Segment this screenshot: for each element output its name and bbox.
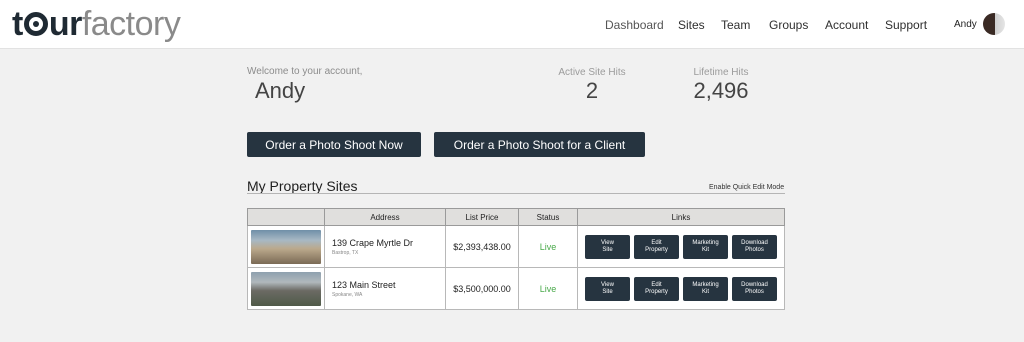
user-name: Andy: [954, 18, 977, 30]
status-badge: Live: [518, 267, 578, 310]
nav-support[interactable]: Support: [885, 18, 927, 32]
welcome-label: Welcome to your account,: [247, 66, 363, 77]
table-header-row: Address List Price Status Links: [247, 208, 785, 226]
marketing-kit-button[interactable]: Marketing Kit: [683, 276, 728, 301]
status-badge: Live: [518, 225, 578, 268]
property-address[interactable]: 123 Main Street: [332, 280, 445, 290]
property-thumbnail[interactable]: [251, 271, 321, 306]
property-address[interactable]: 139 Crape Myrtle Dr: [332, 238, 445, 248]
download-photos-button[interactable]: Download Photos: [732, 276, 777, 301]
column-header-address: Address: [324, 208, 446, 226]
property-price: $3,500,000.00: [445, 267, 519, 310]
lifetime-hits-label: Lifetime Hits: [693, 67, 749, 78]
view-site-button[interactable]: View Site: [585, 234, 630, 259]
active-hits-value: 2: [585, 78, 599, 103]
enable-quick-edit-link[interactable]: Enable Quick Edit Mode: [709, 184, 784, 191]
order-photo-shoot-button[interactable]: Order a Photo Shoot Now: [247, 132, 421, 157]
user-menu[interactable]: Andy: [954, 13, 1005, 35]
property-thumbnail[interactable]: [251, 229, 321, 264]
divider: [247, 193, 785, 194]
nav-sites[interactable]: Sites: [678, 18, 705, 32]
avatar[interactable]: [982, 13, 1005, 35]
tourfactory-logo[interactable]: t ur factory: [12, 4, 181, 44]
edit-property-button[interactable]: Edit Property: [634, 276, 679, 301]
welcome-username: Andy: [255, 78, 306, 103]
nav-account[interactable]: Account: [825, 18, 868, 32]
top-bar: t ur factory Dashboard Sites Team Groups A…: [0, 0, 1024, 49]
table-row: 123 Main Street Spokane, WA $3,500,000.0…: [247, 267, 785, 310]
marketing-kit-button[interactable]: Marketing Kit: [683, 234, 728, 259]
column-header-links: Links: [577, 208, 785, 226]
order-photo-shoot-client-button[interactable]: Order a Photo Shoot for a Client: [434, 132, 645, 157]
nav-groups[interactable]: Groups: [769, 18, 808, 32]
lifetime-hits-value: 2,496: [693, 78, 749, 103]
property-table: Address List Price Status Links 139 Crap…: [247, 208, 785, 310]
section-title: My Property Sites: [247, 178, 358, 194]
table-row: 139 Crape Myrtle Dr Bastrop, TX $2,393,4…: [247, 225, 785, 268]
link-buttons: View Site Edit Property Marketing Kit Do…: [578, 234, 784, 259]
download-photos-button[interactable]: Download Photos: [732, 234, 777, 259]
link-buttons: View Site Edit Property Marketing Kit Do…: [578, 276, 784, 301]
edit-property-button[interactable]: Edit Property: [634, 234, 679, 259]
property-city: Bastrop, TX: [332, 249, 359, 256]
nav-team[interactable]: Team: [721, 18, 750, 32]
view-site-button[interactable]: View Site: [585, 276, 630, 301]
nav-dashboard[interactable]: Dashboard: [605, 18, 664, 32]
column-header-thumbnail: [247, 208, 325, 226]
property-city: Spokane, WA: [332, 291, 363, 298]
eye-icon: [23, 12, 48, 36]
column-header-status: Status: [518, 208, 578, 226]
property-price: $2,393,438.00: [445, 225, 519, 268]
column-header-price: List Price: [445, 208, 519, 226]
active-hits-label: Active Site Hits: [558, 67, 626, 78]
